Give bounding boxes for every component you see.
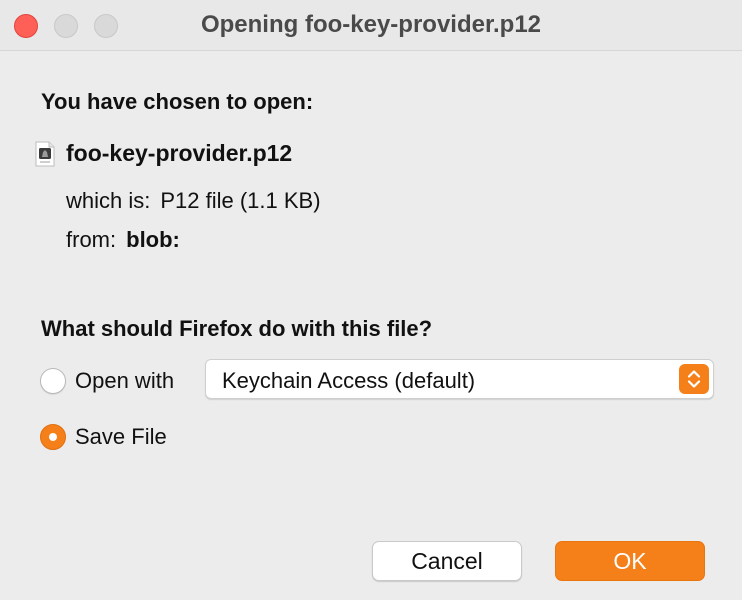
radio-selected-dot: [49, 433, 57, 441]
ok-button[interactable]: OK: [555, 541, 705, 581]
file-source-value: blob:: [126, 227, 180, 252]
download-dialog: Opening foo-key-provider.p12 You have ch…: [0, 0, 742, 600]
window-title: Opening foo-key-provider.p12: [200, 11, 542, 38]
file-name: foo-key-provider.p12: [66, 140, 293, 166]
action-heading: What should Firefox do with this file?: [41, 316, 433, 341]
file-type-row: which is: P12 file (1.1 KB): [66, 188, 321, 214]
save-file-label[interactable]: Save File: [75, 424, 167, 450]
application-select-value: Keychain Access (default): [222, 368, 476, 393]
file-source-row: from: blob:: [66, 227, 180, 253]
open-with-radio[interactable]: [40, 368, 66, 394]
select-chevron-icon: [679, 364, 709, 394]
chosen-to-open-heading: You have chosen to open:: [41, 89, 314, 114]
save-file-radio[interactable]: [40, 424, 66, 450]
file-type-label: which is:: [66, 188, 151, 213]
title-bar: Opening foo-key-provider.p12: [0, 0, 742, 51]
file-type-value: P12 file (1.1 KB): [160, 188, 321, 213]
cancel-button[interactable]: Cancel: [372, 541, 522, 581]
p12-file-icon: [35, 141, 55, 167]
file-source-label: from:: [66, 227, 117, 252]
open-with-label[interactable]: Open with: [75, 368, 174, 394]
application-select[interactable]: Keychain Access (default): [205, 359, 714, 399]
